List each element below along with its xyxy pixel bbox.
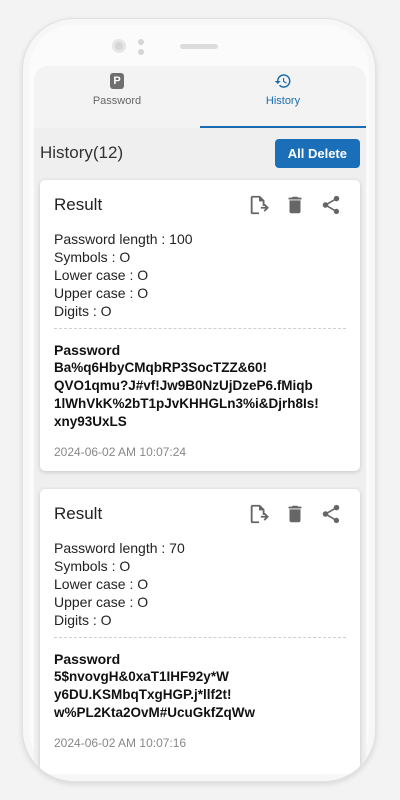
card-title: Result xyxy=(54,195,103,214)
param-upper: Upper case : O xyxy=(54,285,149,301)
tab-history[interactable]: History xyxy=(200,66,366,128)
param-digits: Digits : O xyxy=(54,303,112,319)
speaker xyxy=(180,44,218,49)
password-value[interactable]: 5$nvovgH&0xaT1IHF92y*W y6DU.KSMbqTxgHGP.… xyxy=(54,668,344,722)
param-length: Password length : 70 xyxy=(54,540,185,556)
password-line: w%PL2Kta2OvM#UcuGkfZqWw xyxy=(54,705,256,720)
history-icon xyxy=(274,74,291,88)
file-export-icon[interactable] xyxy=(248,503,270,525)
share-icon[interactable] xyxy=(320,194,342,216)
password-value[interactable]: Ba%q6HbyCMqbRP3SocTZZ&60! QVO1qmu?J#vf!J… xyxy=(54,359,344,431)
password-line: xny93UxLS xyxy=(54,414,127,429)
param-symbols: Symbols : O xyxy=(54,249,131,265)
param-lower: Lower case : O xyxy=(54,267,149,283)
file-export-icon[interactable] xyxy=(248,194,270,216)
share-icon[interactable] xyxy=(320,503,342,525)
active-tab-indicator xyxy=(200,126,366,128)
password-label: Password xyxy=(54,651,121,667)
timestamp: 2024-06-02 AM 10:07:16 xyxy=(54,736,187,750)
password-line: QVO1qmu?J#vf!Jw9B0NzUjDzeP6.fMiqb xyxy=(54,378,313,393)
divider xyxy=(54,637,346,638)
history-header: History(12) All Delete xyxy=(34,128,366,178)
param-upper: Upper case : O xyxy=(54,594,149,610)
param-lower: Lower case : O xyxy=(54,576,149,592)
timestamp: 2024-06-02 AM 10:07:24 xyxy=(54,445,187,459)
divider xyxy=(54,328,346,329)
parameter-list: Password length : 100 Symbols : O Lower … xyxy=(54,230,346,320)
tab-password[interactable]: P Password xyxy=(34,66,200,128)
password-line: 5$nvovgH&0xaT1IHF92y*W xyxy=(54,669,229,684)
tab-bar: P Password History xyxy=(34,66,366,128)
card-title: Result xyxy=(54,504,103,523)
delete-icon[interactable] xyxy=(284,503,306,525)
history-title: History(12) xyxy=(40,143,124,162)
password-line: Ba%q6HbyCMqbRP3SocTZZ&60! xyxy=(54,360,268,375)
camera xyxy=(112,39,126,53)
password-line: 1lWhVkK%2bT1pJvKHHGLn3%i&Djrh8Is! xyxy=(54,396,319,411)
parking-p-icon: P xyxy=(110,73,124,89)
phone-frame: P Password History History(12) All Delet… xyxy=(22,18,376,782)
delete-icon[interactable] xyxy=(284,194,306,216)
param-length: Password length : 100 xyxy=(54,231,193,247)
parameter-list: Password length : 70 Symbols : O Lower c… xyxy=(54,539,346,629)
tab-history-label: History xyxy=(265,95,301,107)
result-card: Result Password length : 70 Symbols : O xyxy=(40,489,360,774)
param-digits: Digits : O xyxy=(54,612,112,628)
all-delete-button[interactable]: All Delete xyxy=(274,138,360,168)
tab-password-label: Password xyxy=(92,95,142,107)
app-screen: P Password History History(12) All Delet… xyxy=(34,66,366,774)
password-line: y6DU.KSMbqTxgHGP.j*llf2t! xyxy=(54,687,232,702)
sensor xyxy=(138,39,144,55)
password-label: Password xyxy=(54,342,121,358)
result-card: Result Password length : 100 Symbols : O xyxy=(40,180,360,471)
param-symbols: Symbols : O xyxy=(54,558,131,574)
